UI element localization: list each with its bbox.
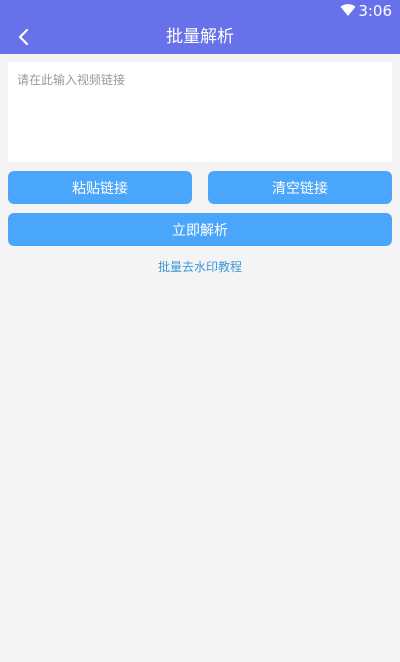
batch-parse-screen: 3:06 批量解析 粘贴链接 清空链接 立即解析 批量去水印教程 (0, 0, 400, 662)
batch-watermark-tutorial-link[interactable]: 批量去水印教程 (0, 259, 400, 275)
app-header: 3:06 批量解析 (0, 0, 400, 54)
paste-link-label: 粘贴链接 (72, 180, 128, 197)
paste-link-button[interactable]: 粘贴链接 (8, 171, 192, 204)
parse-now-button[interactable]: 立即解析 (8, 213, 392, 246)
parse-now-label: 立即解析 (172, 222, 228, 239)
chevron-left-icon (18, 28, 29, 46)
clear-link-label: 清空链接 (272, 180, 328, 197)
status-time: 3:06 (358, 2, 392, 20)
status-bar: 3:06 (0, 0, 400, 22)
clear-link-button[interactable]: 清空链接 (208, 171, 392, 204)
wifi-icon (340, 4, 356, 16)
video-link-input[interactable] (8, 62, 392, 162)
page-title: 批量解析 (166, 27, 234, 47)
back-button[interactable] (10, 24, 38, 50)
